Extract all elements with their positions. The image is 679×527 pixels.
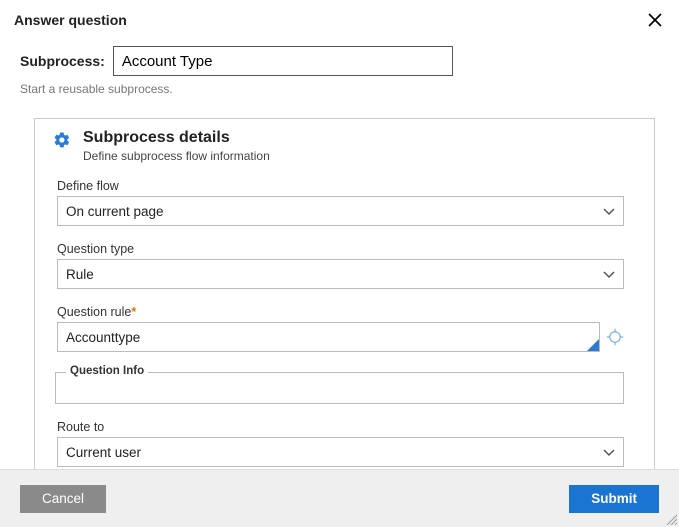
submit-button[interactable]: Submit [569, 485, 659, 513]
question-type-value: Rule [66, 267, 94, 282]
panel-description: Define subprocess flow information [83, 149, 270, 163]
define-flow-value: On current page [66, 204, 164, 219]
question-type-label: Question type [57, 242, 624, 256]
question-rule-label: Question rule* [57, 305, 624, 319]
define-flow-label: Define flow [57, 179, 624, 193]
panel-header: Subprocess details Define subprocess flo… [53, 129, 624, 163]
question-info-label: Question Info [66, 365, 148, 377]
cancel-button[interactable]: Cancel [20, 485, 106, 513]
close-button[interactable] [645, 10, 665, 30]
gear-icon [53, 129, 71, 152]
subprocess-input[interactable] [113, 46, 453, 76]
question-rule-field: Question rule* Accounttype [57, 305, 624, 352]
route-to-field: Route to Current user [57, 420, 624, 467]
question-type-select[interactable]: Rule [57, 259, 624, 289]
route-to-label: Route to [57, 420, 624, 434]
close-icon [647, 12, 663, 28]
route-to-value: Current user [66, 445, 141, 460]
required-star-icon: * [131, 305, 136, 319]
question-rule-value: Accounttype [66, 330, 140, 345]
question-type-field: Question type Rule [57, 242, 624, 289]
subprocess-field-row: Subprocess: [20, 46, 665, 76]
define-flow-field: Define flow On current page [57, 179, 624, 226]
subprocess-details-panel: Subprocess details Define subprocess flo… [34, 118, 655, 469]
chevron-down-icon [603, 445, 615, 460]
route-to-select[interactable]: Current user [57, 437, 624, 467]
open-rule-button[interactable] [606, 328, 624, 346]
chevron-down-icon [603, 267, 615, 282]
autocomplete-corner-icon [587, 339, 599, 351]
subprocess-helper-text: Start a reusable subprocess. [20, 82, 665, 96]
subprocess-label: Subprocess: [20, 53, 105, 69]
chevron-down-icon [603, 204, 615, 219]
question-rule-input[interactable]: Accounttype [57, 322, 600, 352]
resize-grip-icon [665, 513, 677, 525]
define-flow-select[interactable]: On current page [57, 196, 624, 226]
dialog-title: Answer question [14, 12, 127, 28]
dialog-footer: Cancel Submit [0, 469, 679, 527]
question-info-input[interactable]: Question Info [55, 372, 624, 404]
dialog-header: Answer question [0, 0, 679, 36]
panel-title: Subprocess details [83, 129, 270, 147]
question-rule-label-text: Question rule [57, 305, 131, 319]
dialog-body-scroll[interactable]: Subprocess: Start a reusable subprocess.… [0, 36, 679, 469]
